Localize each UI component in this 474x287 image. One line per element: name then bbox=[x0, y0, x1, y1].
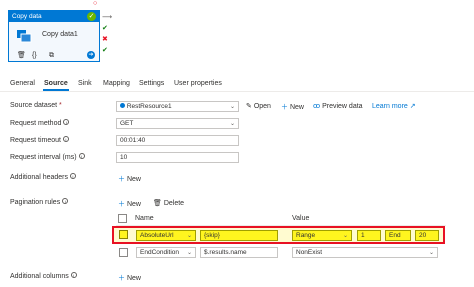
source-dataset-select[interactable]: RestResource1 ⌄ bbox=[116, 101, 239, 112]
chevron-down-icon: ⌄ bbox=[186, 233, 192, 239]
request-timeout-label: Request timeout i bbox=[10, 136, 69, 144]
activity-toolbar: 🗑 {} ⧉ bbox=[17, 51, 97, 61]
chevron-down-icon: ⌄ bbox=[428, 250, 434, 256]
check-icon: ✓ bbox=[87, 12, 96, 21]
dataset-icon bbox=[120, 103, 125, 108]
chevron-down-icon: ⌄ bbox=[342, 233, 348, 239]
open-dataset-button[interactable]: ✎ Open bbox=[246, 102, 271, 110]
info-icon: i bbox=[78, 153, 85, 159]
info-icon: i bbox=[70, 173, 76, 179]
source-dataset-label: Source dataset * bbox=[10, 102, 62, 109]
range-end-label: End bbox=[389, 232, 401, 239]
add-column-button[interactable]: ＋ New bbox=[118, 273, 141, 283]
range-end-value: 20 bbox=[419, 232, 427, 239]
info-icon: i bbox=[62, 198, 69, 204]
column-header-name: Name bbox=[135, 215, 154, 222]
rule-name-value: EndCondition bbox=[140, 249, 180, 256]
chevron-down-icon: ⌄ bbox=[186, 250, 192, 256]
edit-icon: ✎ bbox=[246, 103, 252, 110]
column-header-value: Value bbox=[292, 215, 310, 222]
rule-type-select[interactable]: Range ⌄ bbox=[292, 230, 352, 241]
rule-row-checkbox[interactable] bbox=[119, 248, 128, 257]
tab-user-properties[interactable]: User properties bbox=[174, 80, 222, 87]
code-braces-icon[interactable]: {} bbox=[32, 51, 37, 61]
external-link-icon: ↗ bbox=[409, 103, 416, 110]
completion-check-icon: ✔ bbox=[102, 47, 108, 54]
plus-icon: ＋ bbox=[118, 176, 125, 183]
add-pagination-rule-button[interactable]: ＋ New bbox=[118, 199, 141, 209]
request-interval-label: Request interval (ms) i bbox=[10, 153, 85, 161]
plus-icon: ＋ bbox=[118, 275, 125, 282]
tab-mapping[interactable]: Mapping bbox=[103, 80, 130, 87]
request-method-label: Request method i bbox=[10, 119, 70, 127]
source-dataset-value: RestResource1 bbox=[126, 103, 172, 110]
info-icon: i bbox=[70, 272, 77, 278]
additional-columns-label: Additional columns i bbox=[10, 272, 77, 280]
chevron-down-icon: ⌄ bbox=[229, 121, 235, 127]
success-check-icon: ✔ bbox=[102, 25, 108, 32]
plus-icon: ＋ bbox=[281, 104, 288, 111]
rule-type-select[interactable]: NonExist ⌄ bbox=[292, 247, 438, 258]
additional-headers-label: Additional headers i bbox=[10, 173, 76, 181]
clone-icon[interactable]: ⧉ bbox=[49, 51, 54, 61]
delete-pagination-rule-button[interactable]: 🗑 Delete bbox=[153, 199, 184, 207]
rule-key-value: {skip} bbox=[204, 232, 220, 239]
activity-type-label: Copy data bbox=[12, 13, 42, 20]
rule-name-value: AbsoluteUrl bbox=[140, 232, 174, 239]
preview-data-button[interactable]: ꝏ Preview data bbox=[313, 102, 363, 110]
add-header-button[interactable]: ＋ New bbox=[118, 174, 141, 184]
tab-general[interactable]: General bbox=[10, 80, 35, 87]
failure-circle-icon: ○ bbox=[93, 0, 98, 7]
copy-data-icon bbox=[17, 30, 32, 43]
pagination-rules-label: Pagination rules i bbox=[10, 198, 69, 206]
activity-type-header: Copy data ✓ bbox=[9, 11, 99, 22]
range-end-input[interactable]: 20 bbox=[415, 230, 439, 241]
plus-icon: ＋ bbox=[118, 201, 125, 208]
request-interval-value: 10 bbox=[120, 154, 128, 161]
range-start-input[interactable]: 1 bbox=[357, 230, 381, 241]
new-dataset-button[interactable]: ＋ New bbox=[281, 102, 304, 112]
rule-key-value: $.results.name bbox=[204, 249, 247, 256]
request-method-value: GET bbox=[120, 120, 134, 127]
rule-key-input[interactable]: $.results.name bbox=[200, 247, 278, 258]
tabs-divider bbox=[0, 91, 474, 92]
info-icon: i bbox=[62, 136, 69, 142]
chevron-down-icon: ⌄ bbox=[229, 104, 235, 110]
copy-data-activity-card[interactable]: Copy data ✓ Copy data1 🗑 {} ⧉ ➔ bbox=[8, 10, 100, 62]
tab-source[interactable]: Source bbox=[44, 80, 68, 87]
rule-name-select[interactable]: AbsoluteUrl ⌄ bbox=[136, 230, 196, 241]
arrow-right-icon[interactable]: ➔ bbox=[87, 51, 95, 59]
glasses-icon: ꝏ bbox=[313, 103, 321, 110]
rule-row-checkbox[interactable] bbox=[119, 230, 128, 239]
skip-arrow-icon: ⟶ bbox=[102, 14, 113, 21]
rule-name-select[interactable]: EndCondition ⌄ bbox=[136, 247, 196, 258]
trash-icon: 🗑 bbox=[153, 200, 162, 207]
tab-settings[interactable]: Settings bbox=[139, 80, 164, 87]
request-method-select[interactable]: GET ⌄ bbox=[116, 118, 239, 129]
rule-key-input[interactable]: {skip} bbox=[200, 230, 278, 241]
rule-type-value: Range bbox=[296, 232, 316, 239]
request-timeout-input[interactable]: 00:01:40 bbox=[116, 135, 239, 146]
error-x-icon: ✖ bbox=[102, 36, 108, 43]
activity-name: Copy data1 bbox=[42, 31, 78, 38]
range-end-label-box: End bbox=[385, 230, 411, 241]
learn-more-link[interactable]: Learn more ↗ bbox=[372, 102, 416, 110]
request-interval-input[interactable]: 10 bbox=[116, 152, 239, 163]
select-all-checkbox[interactable] bbox=[118, 214, 127, 223]
info-icon: i bbox=[63, 119, 70, 125]
trash-icon[interactable]: 🗑 bbox=[17, 51, 26, 61]
rule-type-value: NonExist bbox=[296, 249, 323, 256]
request-timeout-value: 00:01:40 bbox=[120, 137, 146, 144]
tab-sink[interactable]: Sink bbox=[78, 80, 92, 87]
range-start-value: 1 bbox=[361, 232, 365, 239]
